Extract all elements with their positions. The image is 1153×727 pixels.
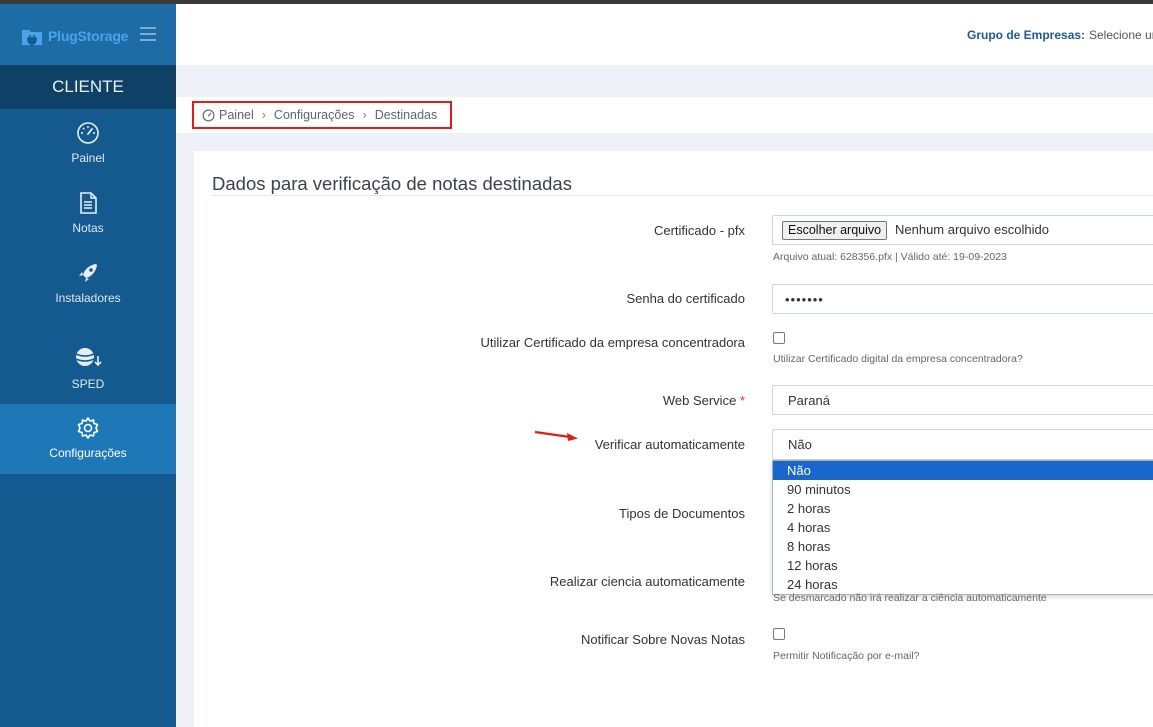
brand-name-part1: Plug xyxy=(48,28,78,44)
sidebar-item-label: Notas xyxy=(72,221,104,235)
webservice-select[interactable]: Paraná xyxy=(772,385,1153,415)
verificar-value: Não xyxy=(788,437,812,452)
certificado-label: Certificado - pfx xyxy=(653,223,745,238)
title-divider xyxy=(212,195,1153,196)
breadcrumb-configuracoes[interactable]: Configurações xyxy=(274,108,355,122)
database-download-icon xyxy=(75,348,102,367)
group-select[interactable]: Selecione ur xyxy=(1089,28,1153,42)
file-status-text: Nenhum arquivo escolhido xyxy=(895,222,1049,237)
sidebar-item-instaladores[interactable]: Instaladores xyxy=(0,249,176,319)
sidebar: PlugStorage CLIENTE Painel Notas Instala… xyxy=(0,4,176,727)
sidebar-item-sped[interactable]: SPED xyxy=(0,319,176,404)
sidebar-item-label: Instaladores xyxy=(55,291,121,305)
breadcrumb-highlight-box: Painel › Configurações › Destinadas xyxy=(192,101,452,129)
brand-name[interactable]: PlugStorage xyxy=(48,28,128,44)
speedometer-icon xyxy=(202,109,215,121)
plugstorage-logo-icon xyxy=(22,30,42,46)
dropdown-option[interactable]: 2 horas xyxy=(773,499,1153,518)
sidebar-item-notas[interactable]: Notas xyxy=(0,179,176,249)
speedometer-icon xyxy=(77,122,99,144)
sidebar-item-label: SPED xyxy=(71,377,105,391)
verificar-dropdown-list[interactable]: Não 90 minutos 2 horas 4 horas 8 horas 1… xyxy=(772,460,1153,595)
group-label: Grupo de Empresas: xyxy=(967,28,1086,42)
gear-icon xyxy=(77,417,99,439)
senha-field[interactable]: ••••••• xyxy=(772,284,1153,314)
sidebar-item-configuracoes[interactable]: Configurações xyxy=(0,404,176,474)
hamburger-menu-icon[interactable] xyxy=(139,26,157,42)
certificado-help: Arquivo atual: 628356.pfx | Válido até: … xyxy=(773,251,1007,263)
chevron-right-icon: › xyxy=(362,108,367,122)
verificar-select[interactable]: Não xyxy=(772,429,1153,460)
page-title: Dados para verificação de notas destinad… xyxy=(212,173,572,194)
sidebar-item-painel[interactable]: Painel xyxy=(0,109,176,179)
form-card: Dados para verificação de notas destinad… xyxy=(194,151,1153,727)
webservice-label-text: Web Service xyxy=(662,393,737,408)
certificado-file-input[interactable]: Escolher arquivo Nenhum arquivo escolhid… xyxy=(772,215,1153,245)
brand-name-part2: Storage xyxy=(77,28,129,44)
brand-bar: PlugStorage xyxy=(0,4,176,65)
ciencia-help: Se desmarcado não irá realizar a ciência… xyxy=(773,592,1047,604)
concentradora-checkbox[interactable] xyxy=(773,332,785,344)
concentradora-help: Utilizar Certificado digital da empresa … xyxy=(773,353,1023,365)
rocket-icon xyxy=(79,264,97,282)
dropdown-option[interactable]: 12 horas xyxy=(773,556,1153,575)
sidebar-item-label: Configurações xyxy=(49,446,127,460)
dropdown-option[interactable]: Não xyxy=(773,461,1153,480)
ciencia-label: Realizar ciencia automaticamente xyxy=(549,574,745,589)
document-icon xyxy=(80,192,97,214)
sidebar-section-cliente: CLIENTE xyxy=(0,65,176,109)
senha-label: Senha do certificado xyxy=(626,291,745,306)
chevron-right-icon: › xyxy=(261,108,266,122)
sidebar-item-label: Painel xyxy=(71,151,105,165)
dropdown-option[interactable]: 90 minutos xyxy=(773,480,1153,499)
webservice-value: Paraná xyxy=(788,393,830,408)
senha-value: ••••••• xyxy=(785,292,824,307)
top-header: Grupo de Empresas: Selecione ur xyxy=(176,4,1153,65)
notificar-help: Permitir Notificação por e-mail? xyxy=(773,650,920,662)
verificar-label: Verificar automaticamente xyxy=(594,437,745,452)
breadcrumb-painel[interactable]: Painel xyxy=(219,108,254,122)
choose-file-button[interactable]: Escolher arquivo xyxy=(782,221,888,240)
dropdown-option[interactable]: 4 horas xyxy=(773,518,1153,537)
notificar-label: Notificar Sobre Novas Notas xyxy=(580,632,745,647)
red-annotation-arrow xyxy=(534,430,578,441)
dropdown-option[interactable]: 8 horas xyxy=(773,537,1153,556)
webservice-label: Web Service * xyxy=(663,393,745,408)
breadcrumb-bar: Painel › Configurações › Destinadas xyxy=(176,97,1153,133)
tipos-label: Tipos de Documentos xyxy=(619,506,745,521)
required-mark: * xyxy=(739,393,745,408)
concentradora-label: Utilizar Certificado da empresa concentr… xyxy=(480,335,745,350)
breadcrumb-destinadas: Destinadas xyxy=(374,108,438,122)
notificar-checkbox[interactable] xyxy=(773,628,785,640)
breadcrumb: Painel › Configurações › Destinadas xyxy=(202,108,437,122)
